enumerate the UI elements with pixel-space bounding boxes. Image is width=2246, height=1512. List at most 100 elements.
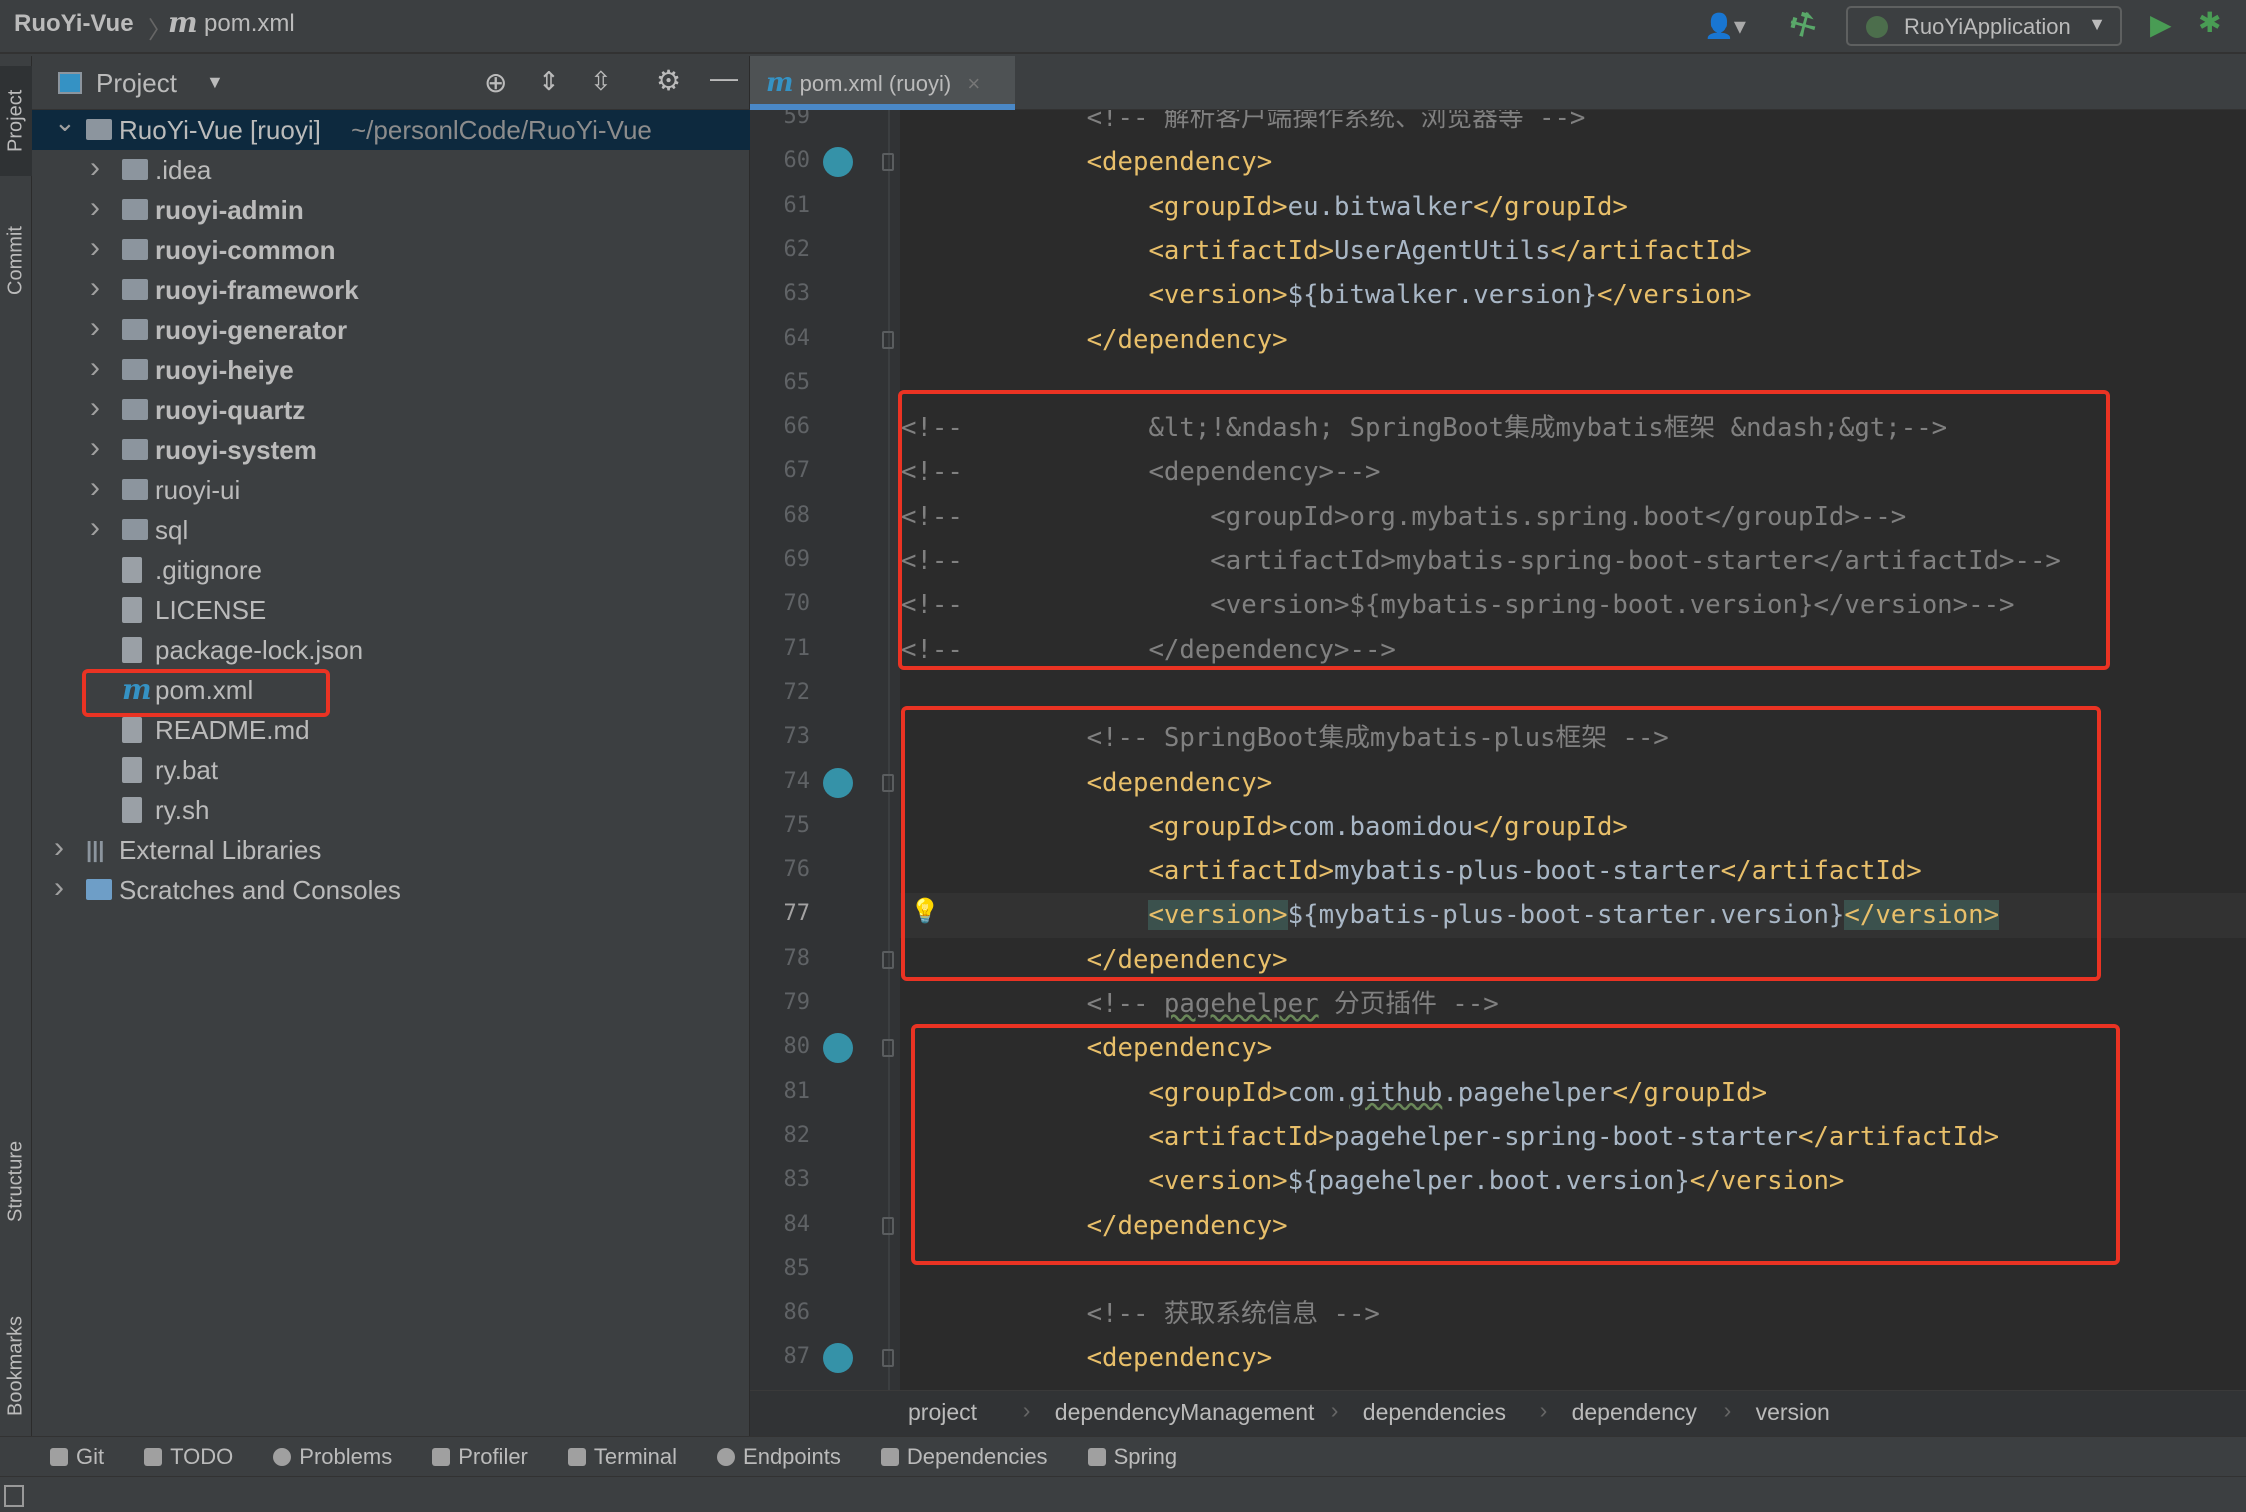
chevron-right-icon[interactable]: › bbox=[90, 308, 100, 348]
tool-window-dependencies[interactable]: Dependencies bbox=[880, 1437, 1048, 1477]
tree-item[interactable]: ⌄ RuoYi-Vue [ruoyi] ~/personlCode/RuoYi-Vu… bbox=[32, 107, 750, 150]
tree-item[interactable]: › ruoyi-heiye bbox=[32, 350, 750, 390]
breadcrumb-item[interactable]: project bbox=[908, 1399, 977, 1426]
tree-item[interactable]: › ruoyi-ui bbox=[32, 470, 750, 510]
project-view-select[interactable]: Project bbox=[96, 68, 177, 99]
tree-item[interactable]: ry.sh bbox=[32, 790, 750, 830]
code-line[interactable]: <!-- 获取系统信息 --> bbox=[901, 1292, 1380, 1336]
build-hammer-icon[interactable]: ⚒ bbox=[1783, 4, 1824, 48]
close-icon[interactable]: × bbox=[967, 71, 980, 96]
code-tag: </version> bbox=[1596, 280, 1752, 311]
nav-file-name[interactable]: pom.xml bbox=[204, 10, 295, 38]
maven-dependency-gutter-icon[interactable] bbox=[823, 147, 853, 178]
tree-item[interactable]: .gitignore bbox=[32, 550, 750, 590]
title-bar: RuoYi-Vue 〉 m pom.xml 👤▾ ⚒ RuoYiApplicat… bbox=[0, 0, 2246, 54]
chevron-right-icon[interactable]: › bbox=[90, 188, 100, 228]
tree-item[interactable]: › Scratches and Consoles bbox=[32, 870, 750, 910]
gear-icon[interactable]: ⚙ bbox=[656, 64, 681, 97]
collapse-all-icon[interactable]: ⇳ bbox=[590, 66, 612, 97]
tool-window-terminal[interactable]: Terminal bbox=[567, 1437, 677, 1477]
tree-item-label: .idea bbox=[155, 155, 212, 185]
expand-all-icon[interactable]: ⇕ bbox=[538, 66, 560, 97]
tool-window-profiler[interactable]: Profiler bbox=[432, 1437, 528, 1477]
tree-item[interactable]: › ruoyi-quartz bbox=[32, 390, 750, 430]
code-tag: </groupId> bbox=[1473, 191, 1628, 222]
run-icon[interactable]: ▶ bbox=[2150, 8, 2172, 41]
tree-item[interactable]: › ruoyi-framework bbox=[32, 270, 750, 310]
maven-dependency-gutter-icon[interactable] bbox=[823, 767, 853, 798]
tree-item[interactable]: › ruoyi-common bbox=[32, 230, 750, 270]
tree-item[interactable]: › ruoyi-generator bbox=[32, 310, 750, 350]
chevron-right-icon: › bbox=[1723, 1397, 1732, 1423]
debug-icon[interactable]: ✱ bbox=[2198, 6, 2221, 39]
nav-project-name[interactable]: RuoYi-Vue bbox=[14, 10, 134, 38]
maven-dependency-gutter-icon[interactable] bbox=[823, 1033, 853, 1064]
tree-item[interactable]: › ruoyi-system bbox=[32, 430, 750, 470]
module-folder-icon bbox=[122, 399, 148, 420]
tree-item[interactable]: ry.bat bbox=[32, 750, 750, 790]
fold-marker-icon[interactable] bbox=[882, 330, 894, 349]
chevron-right-icon[interactable]: › bbox=[90, 388, 100, 428]
code-line[interactable]: <version>${bitwalker.version}</version> bbox=[901, 273, 1752, 317]
chevron-down-icon[interactable]: ⌄ bbox=[54, 102, 76, 142]
side-tab-structure[interactable]: Structure bbox=[0, 1086, 32, 1276]
line-number: 70 bbox=[783, 591, 811, 617]
chevron-right-icon[interactable]: › bbox=[90, 268, 100, 308]
breadcrumb-item[interactable]: dependency bbox=[1572, 1399, 1697, 1426]
tree-item[interactable]: › ||| External Libraries bbox=[32, 830, 750, 870]
code-line[interactable]: <dependency> bbox=[901, 140, 1273, 184]
tree-item[interactable]: › sql bbox=[32, 510, 750, 550]
chevron-right-icon[interactable]: › bbox=[54, 828, 64, 868]
tree-item[interactable]: › .idea bbox=[32, 150, 750, 190]
code-tag: </dependency> bbox=[901, 324, 1288, 355]
tool-window-label: Git bbox=[76, 1444, 105, 1469]
chevron-right-icon[interactable]: › bbox=[90, 348, 100, 388]
chevron-right-icon[interactable]: › bbox=[90, 228, 100, 268]
highlight-box-mybatis-plus bbox=[901, 706, 2101, 981]
code-line[interactable]: <!-- pagehelper 分页插件 --> bbox=[901, 982, 1499, 1026]
code-line[interactable]: <groupId>eu.bitwalker</groupId> bbox=[901, 185, 1628, 229]
breadcrumb-item[interactable]: dependencies bbox=[1363, 1399, 1506, 1426]
tool-window-git[interactable]: Git bbox=[50, 1437, 104, 1477]
tree-item[interactable]: LICENSE bbox=[32, 590, 750, 630]
chevron-right-icon[interactable]: › bbox=[90, 148, 100, 188]
run-configuration-select[interactable]: RuoYiApplication ▼ bbox=[1846, 6, 2122, 46]
toggle-tool-windows-icon[interactable] bbox=[4, 1485, 24, 1507]
code-line[interactable]: <!-- 解析客户端操作系统、浏览器等 --> bbox=[901, 110, 1586, 140]
chevron-right-icon[interactable]: › bbox=[54, 868, 64, 908]
tree-item[interactable]: package-lock.json bbox=[32, 630, 750, 670]
chevron-down-icon: ▼ bbox=[2088, 14, 2106, 34]
tree-item[interactable]: › ruoyi-admin bbox=[32, 190, 750, 230]
code-line[interactable]: <artifactId>UserAgentUtils</artifactId> bbox=[901, 229, 1751, 273]
tool-window-todo[interactable]: TODO bbox=[144, 1437, 233, 1477]
hide-panel-icon[interactable]: — bbox=[710, 62, 738, 94]
chevron-right-icon[interactable]: › bbox=[90, 508, 100, 548]
fold-marker-icon[interactable] bbox=[882, 1216, 894, 1235]
left-tool-strip: Project Commit Structure Bookmarks bbox=[0, 56, 32, 1436]
chevron-right-icon[interactable]: › bbox=[90, 428, 100, 468]
maven-dependency-gutter-icon[interactable] bbox=[823, 1343, 853, 1374]
tool-window-label: Dependencies bbox=[906, 1444, 1048, 1469]
chevron-right-icon[interactable]: › bbox=[90, 468, 100, 508]
code-line[interactable]: </dependency> bbox=[901, 318, 1288, 362]
side-tab-project[interactable]: Project bbox=[0, 66, 32, 176]
user-icon[interactable]: 👤▾ bbox=[1704, 12, 1746, 41]
chevron-down-icon[interactable]: ▼ bbox=[206, 72, 224, 93]
tool-window-problems[interactable]: Problems bbox=[273, 1437, 392, 1477]
tool-window-spring[interactable]: Spring bbox=[1087, 1437, 1177, 1477]
code-line[interactable]: <dependency> bbox=[901, 1336, 1273, 1380]
breadcrumb-item[interactable]: dependencyManagement bbox=[1055, 1399, 1315, 1426]
tab-pom-xml[interactable]: m pom.xml (ruoyi) × bbox=[750, 56, 1015, 110]
fold-marker-icon[interactable] bbox=[882, 153, 894, 172]
line-number: 86 bbox=[783, 1300, 811, 1326]
fold-marker-icon[interactable] bbox=[882, 950, 894, 969]
locate-icon[interactable]: ⊕ bbox=[484, 66, 507, 99]
tool-window-endpoints[interactable]: Endpoints bbox=[717, 1437, 841, 1477]
breadcrumb-item[interactable]: version bbox=[1756, 1399, 1830, 1426]
fold-marker-icon[interactable] bbox=[882, 773, 894, 792]
fold-marker-icon[interactable] bbox=[882, 1039, 894, 1058]
side-tab-commit[interactable]: Commit bbox=[0, 206, 32, 316]
line-number: 68 bbox=[783, 502, 811, 528]
fold-marker-icon[interactable] bbox=[882, 1349, 894, 1368]
side-tab-bookmarks[interactable]: Bookmarks bbox=[0, 1276, 32, 1456]
